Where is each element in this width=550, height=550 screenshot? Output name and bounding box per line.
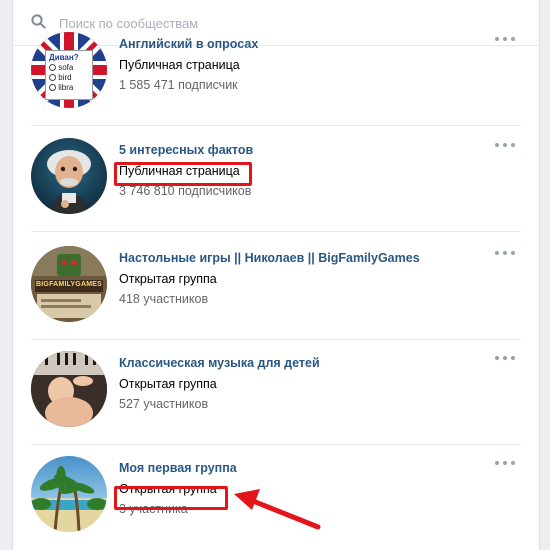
portrait-image xyxy=(47,150,91,214)
community-avatar[interactable] xyxy=(31,351,107,427)
baby-piano-image xyxy=(31,351,107,427)
member-count: 418 участников xyxy=(119,292,209,306)
quiz-option: bird xyxy=(49,73,89,83)
community-avatar[interactable]: Диван? sofa bird libra xyxy=(31,32,107,108)
quiz-option: sofa xyxy=(49,63,89,73)
community-title[interactable]: 5 интересных фактов xyxy=(119,143,253,157)
community-avatar[interactable]: BIGFAMILYGAMES xyxy=(31,246,107,322)
community-title[interactable]: Настольные игры || Николаев || BigFamily… xyxy=(119,251,420,265)
more-actions-icon[interactable] xyxy=(495,248,517,258)
quiz-card: Диван? sofa bird libra xyxy=(45,50,93,100)
community-title[interactable]: Английский в опросах xyxy=(119,37,258,51)
community-type: Открытая группа xyxy=(119,272,217,286)
highlight-box xyxy=(114,486,228,510)
quiz-option: libra xyxy=(49,83,89,93)
palm-beach-image xyxy=(31,466,107,532)
more-actions-icon[interactable] xyxy=(495,34,517,44)
community-title[interactable]: Моя первая группа xyxy=(119,461,237,475)
communities-panel: Диван? sofa bird libra Английский в опро… xyxy=(12,0,540,550)
community-item[interactable]: Классическая музыка для детей Открытая г… xyxy=(13,341,539,445)
member-count: 1 585 471 подписчик xyxy=(119,78,238,92)
more-actions-icon[interactable] xyxy=(495,458,517,468)
community-title[interactable]: Классическая музыка для детей xyxy=(119,356,320,370)
community-avatar[interactable] xyxy=(31,456,107,532)
community-type: Открытая группа xyxy=(119,377,217,391)
row-divider xyxy=(31,444,521,445)
member-count: 527 участников xyxy=(119,397,209,411)
row-divider xyxy=(31,231,521,232)
community-type: Публичная страница xyxy=(119,58,240,72)
community-item[interactable]: Диван? sofa bird libra Английский в опро… xyxy=(13,22,539,126)
more-actions-icon[interactable] xyxy=(495,140,517,150)
community-item[interactable]: BIGFAMILYGAMES Настольные игры || Никола… xyxy=(13,236,539,340)
member-count: 3 746 810 подписчиков xyxy=(119,184,252,198)
highlight-box xyxy=(114,162,252,186)
board-games-logo-text: BIGFAMILYGAMES xyxy=(36,281,102,288)
community-item[interactable]: 5 интересных фактов Публичная страница 3… xyxy=(13,128,539,232)
row-divider xyxy=(31,339,521,340)
more-actions-icon[interactable] xyxy=(495,353,517,363)
community-avatar[interactable] xyxy=(31,138,107,214)
quiz-title: Диван? xyxy=(49,53,79,62)
row-divider xyxy=(31,125,521,126)
community-item[interactable]: Моя первая группа Открытая группа 3 учас… xyxy=(13,446,539,550)
